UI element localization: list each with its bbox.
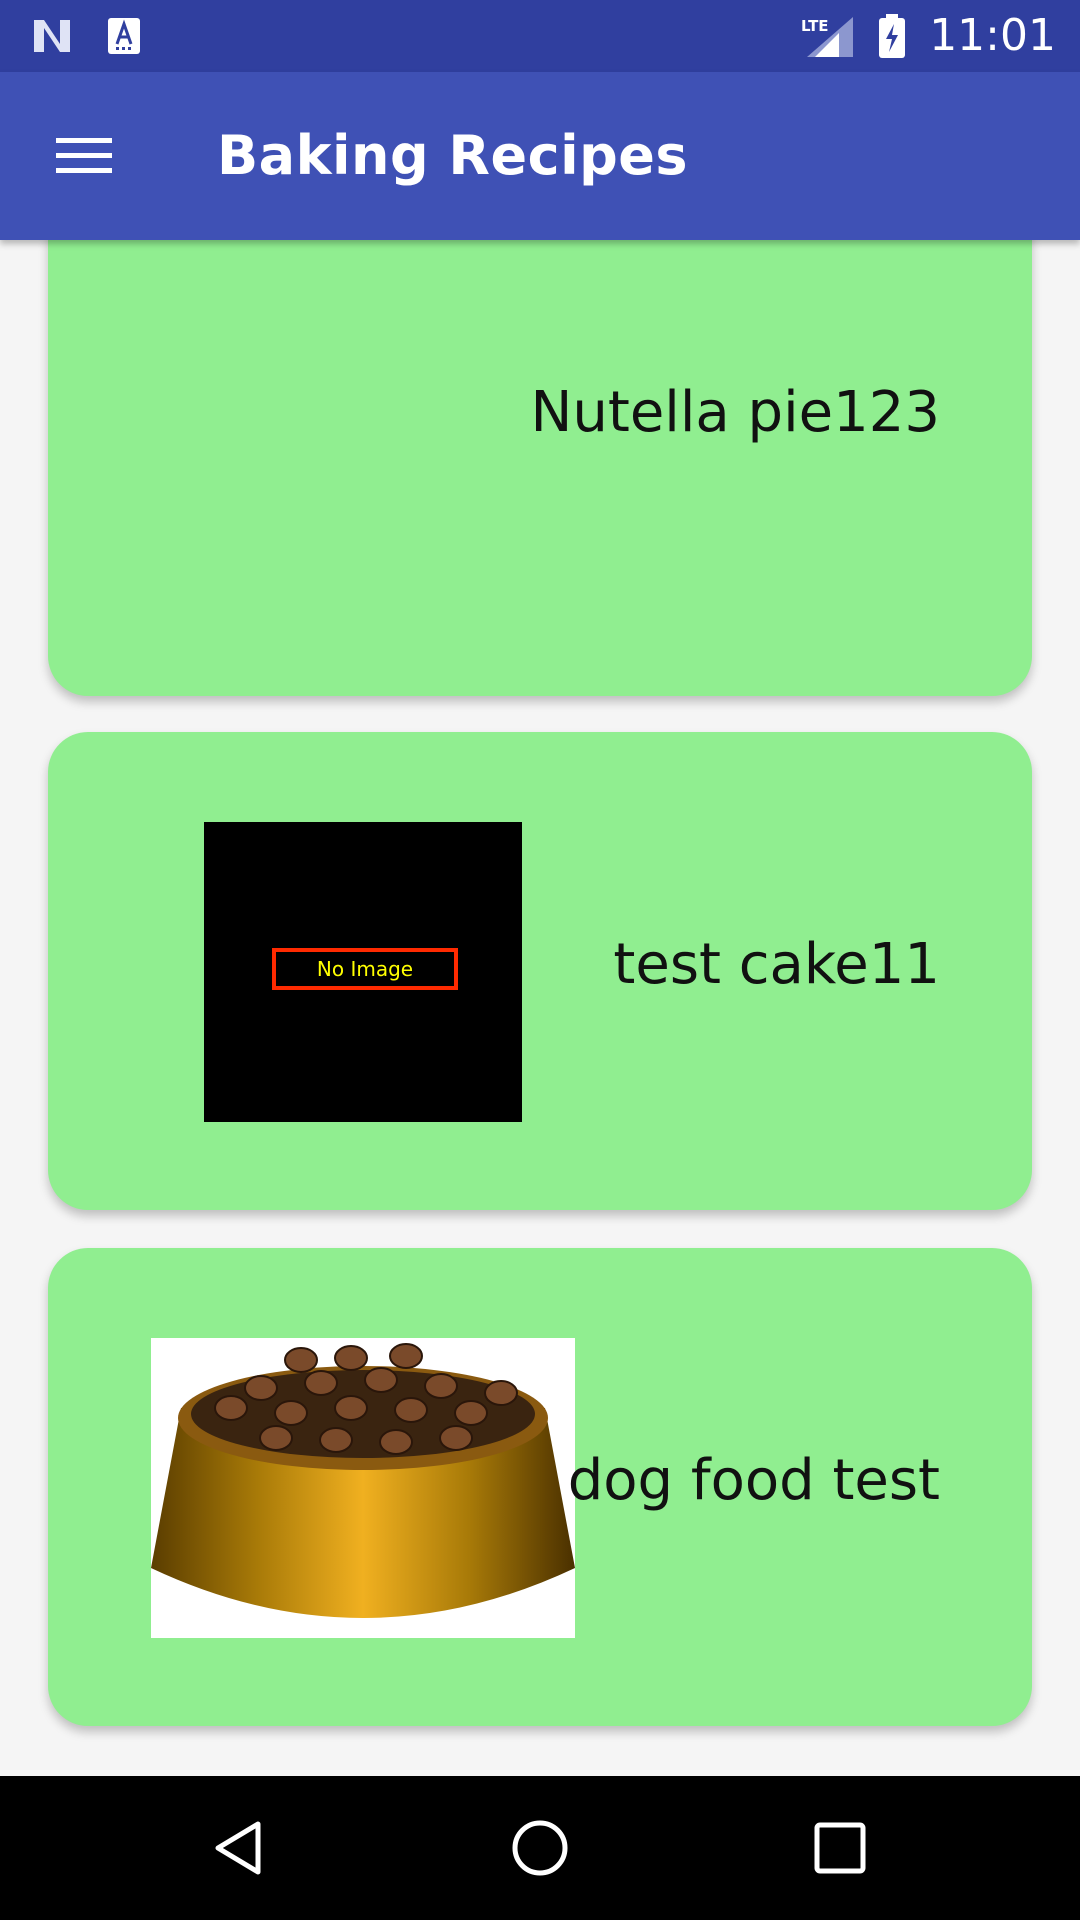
status-bar: LTE 11:01 — [0, 0, 1080, 72]
status-right-icons: LTE 11:01 — [799, 10, 1056, 61]
home-button[interactable] — [500, 1808, 580, 1888]
recipe-title: Nutella pie123 — [530, 380, 940, 445]
menu-button[interactable] — [36, 120, 132, 192]
back-button[interactable] — [200, 1808, 280, 1888]
lte-signal-icon: LTE — [801, 16, 854, 57]
notification-n-icon — [34, 20, 70, 52]
recipe-title: dog food test — [567, 1448, 940, 1513]
status-time: 11:01 — [929, 10, 1056, 61]
no-image-label: No Image — [272, 948, 458, 990]
status-left-icons — [30, 14, 144, 58]
battery-charging-icon — [879, 13, 906, 58]
recipe-card[interactable]: No Image test cake11 — [48, 732, 1032, 1210]
system-nav-bar — [0, 1776, 1080, 1920]
recipe-image-placeholder: No Image — [204, 822, 522, 1122]
keyboard-a-icon — [108, 18, 140, 54]
recipe-title: test cake11 — [613, 932, 940, 997]
recipe-list[interactable]: Nutella pie123 No Image test cake11 dog … — [0, 240, 1080, 1776]
back-icon — [215, 1821, 261, 1875]
recents-icon — [814, 1822, 866, 1874]
recents-button[interactable] — [800, 1808, 880, 1888]
app-toolbar: Baking Recipes — [0, 72, 1080, 240]
home-icon — [512, 1820, 568, 1876]
recipe-card[interactable]: dog food test — [48, 1248, 1032, 1726]
toolbar-title: Baking Recipes — [217, 124, 689, 187]
dog-food-bowl-image — [151, 1343, 575, 1618]
recipe-card[interactable]: Nutella pie123 — [48, 240, 1032, 696]
hamburger-menu-icon — [56, 138, 112, 173]
recipe-image — [151, 1338, 575, 1638]
lte-label: LTE — [801, 17, 829, 35]
